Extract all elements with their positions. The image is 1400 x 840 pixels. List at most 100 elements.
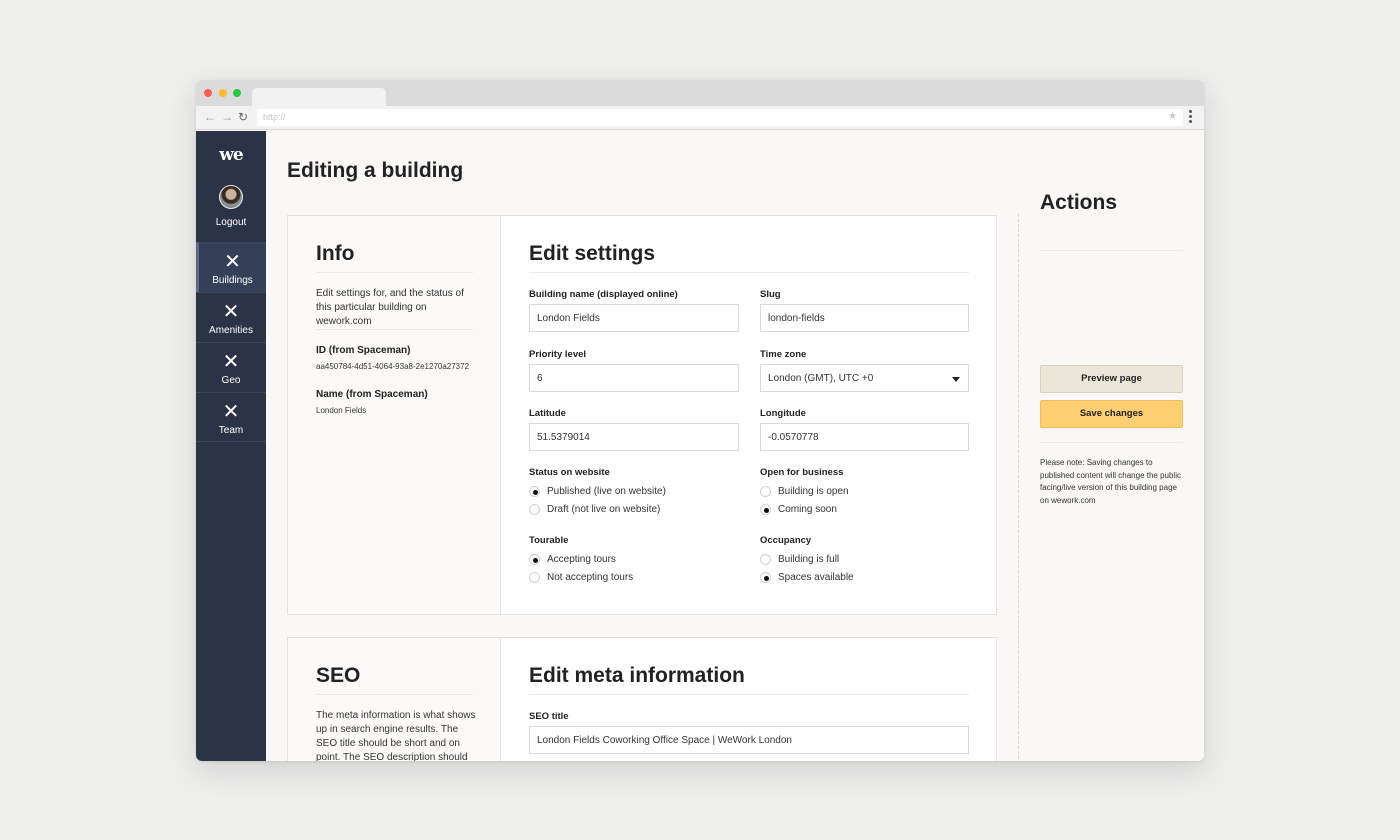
seo-title-label: SEO title: [529, 711, 569, 722]
actions-heading: Actions: [1040, 191, 1118, 214]
name-label: Name (from Spaceman): [316, 389, 428, 400]
edit-meta-panel: Edit meta information SEO title London F…: [501, 638, 997, 761]
close-icon: ✕: [222, 351, 240, 373]
info-panel: Info Edit settings for, and the status o…: [288, 216, 501, 614]
radio-label: Spaces available: [778, 572, 854, 583]
close-icon: ✕: [222, 401, 240, 423]
reload-icon[interactable]: ↻: [238, 110, 248, 124]
sidebar-item-team[interactable]: ✕ Team: [196, 392, 266, 442]
logout-link[interactable]: Logout: [196, 217, 266, 228]
building-name-label: Building name (displayed online): [529, 289, 678, 300]
timezone-value: London (GMT), UTC +0: [768, 373, 874, 384]
sidebar-item-geo[interactable]: ✕ Geo: [196, 342, 266, 392]
seo-card: SEO The meta information is what shows u…: [287, 637, 997, 761]
building-name-input[interactable]: London Fields: [529, 304, 739, 332]
seo-description: The meta information is what shows up in…: [316, 710, 476, 761]
longitude-input[interactable]: -0.0570778: [760, 423, 969, 451]
main-content: Editing a building Info Edit settings fo…: [266, 131, 1204, 761]
priority-value: 6: [537, 373, 543, 384]
sidebar: we Logout ✕ Buildings ✕ Amenities ✕ Geo …: [196, 131, 266, 761]
divider: [529, 272, 969, 273]
sidebar-item-label: Geo: [221, 375, 241, 386]
priority-input[interactable]: 6: [529, 364, 739, 392]
divider: [1040, 250, 1183, 251]
divider: [529, 694, 969, 695]
tourable-label: Tourable: [529, 535, 569, 546]
url-input[interactable]: http:// ★: [257, 109, 1183, 126]
id-label: ID (from Spaceman): [316, 345, 411, 356]
sidebar-item-label: Team: [218, 425, 244, 436]
building-name-value: London Fields: [537, 313, 600, 324]
radio-label: Coming soon: [778, 504, 837, 515]
sidebar-item-label: Buildings: [212, 275, 253, 286]
divider: [316, 329, 473, 330]
sidebar-item-buildings[interactable]: ✕ Buildings: [196, 242, 266, 292]
slug-label: Slug: [760, 289, 781, 300]
seo-panel: SEO The meta information is what shows u…: [288, 638, 501, 761]
back-arrow-icon[interactable]: ←: [204, 110, 216, 124]
actions-divider: [1018, 214, 1019, 761]
divider: [316, 694, 473, 695]
radio-label: Draft (not live on website): [547, 504, 661, 515]
status-published-radio[interactable]: Published (live on website): [529, 486, 666, 498]
radio-label: Published (live on website): [547, 486, 666, 497]
radio-label: Not accepting tours: [547, 572, 634, 583]
radio-label: Building is full: [778, 554, 840, 565]
open-label: Open for business: [760, 467, 844, 478]
occupancy-label: Occupancy: [760, 535, 812, 546]
status-draft-radio[interactable]: Draft (not live on website): [529, 504, 660, 516]
longitude-label: Longitude: [760, 408, 806, 419]
divider: [1040, 442, 1183, 443]
edit-meta-heading: Edit meta information: [529, 664, 745, 687]
page-title: Editing a building: [287, 159, 464, 182]
status-label: Status on website: [529, 467, 610, 478]
latitude-value: 51.5379014: [537, 432, 590, 443]
not-accepting-tours-radio[interactable]: Not accepting tours: [529, 572, 633, 584]
forward-arrow-icon[interactable]: →: [221, 110, 233, 124]
browser-window: ← → ↻ http:// ★ we Logout ✕ Buildings ✕ …: [196, 80, 1204, 761]
building-open-radio[interactable]: Building is open: [760, 486, 849, 498]
accepting-tours-radio[interactable]: Accepting tours: [529, 554, 616, 566]
maximize-window-button[interactable]: [233, 89, 241, 97]
close-window-button[interactable]: [204, 89, 212, 97]
browser-tab[interactable]: [252, 88, 386, 107]
save-changes-button[interactable]: Save changes: [1040, 400, 1183, 428]
slug-input[interactable]: london-fields: [760, 304, 969, 332]
preview-page-button[interactable]: Preview page: [1040, 365, 1183, 393]
seo-heading: SEO: [316, 664, 361, 687]
priority-label: Priority level: [529, 349, 587, 360]
close-icon: ✕: [224, 251, 241, 273]
info-description: Edit settings for, and the status of thi…: [316, 288, 464, 327]
seo-title-value: London Fields Coworking Office Space | W…: [537, 735, 792, 746]
spaces-available-radio[interactable]: Spaces available: [760, 572, 854, 584]
name-value: London Fields: [316, 406, 367, 415]
slug-value: london-fields: [768, 313, 825, 324]
longitude-value: -0.0570778: [768, 432, 819, 443]
save-note: Please note: Saving changes to published…: [1040, 458, 1181, 505]
edit-settings-heading: Edit settings: [529, 242, 656, 265]
radio-label: Accepting tours: [547, 554, 616, 565]
browser-menu-icon[interactable]: [1189, 110, 1193, 124]
info-heading: Info: [316, 242, 355, 265]
settings-card: Info Edit settings for, and the status o…: [287, 215, 997, 615]
sidebar-item-label: Amenities: [209, 325, 253, 336]
edit-settings-panel: Edit settings Building name (displayed o…: [501, 216, 997, 614]
bookmark-star-icon[interactable]: ★: [1168, 111, 1177, 122]
divider: [316, 272, 473, 273]
address-bar: ← → ↻ http:// ★: [196, 106, 1204, 130]
seo-title-input[interactable]: London Fields Coworking Office Space | W…: [529, 726, 969, 754]
browser-titlebar: [196, 80, 1204, 107]
timezone-select[interactable]: London (GMT), UTC +0: [760, 364, 969, 392]
radio-label: Building is open: [778, 486, 849, 497]
avatar[interactable]: [219, 185, 243, 209]
building-full-radio[interactable]: Building is full: [760, 554, 839, 566]
latitude-label: Latitude: [529, 408, 566, 419]
latitude-input[interactable]: 51.5379014: [529, 423, 739, 451]
timezone-label: Time zone: [760, 349, 807, 360]
coming-soon-radio[interactable]: Coming soon: [760, 504, 837, 516]
sidebar-item-amenities[interactable]: ✕ Amenities: [196, 292, 266, 342]
url-text: http://: [263, 112, 286, 122]
minimize-window-button[interactable]: [219, 89, 227, 97]
we-logo[interactable]: we: [196, 145, 266, 165]
id-value: aa450784-4d51-4064-93a8-2e1270a27372: [316, 362, 470, 371]
